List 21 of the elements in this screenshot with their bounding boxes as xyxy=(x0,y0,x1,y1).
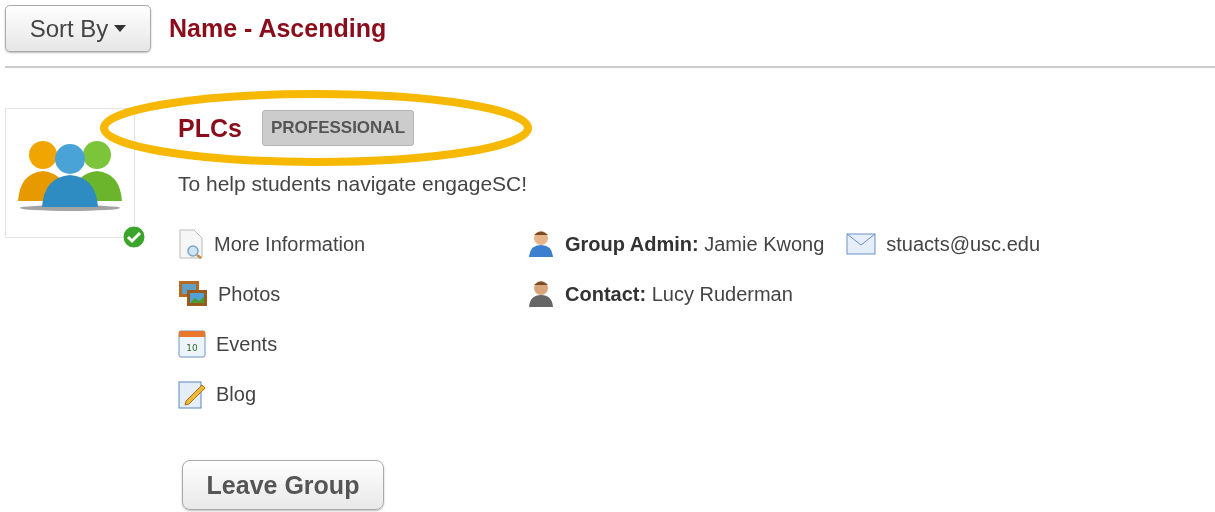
pencil-paper-icon xyxy=(178,379,206,409)
photos-icon xyxy=(178,280,208,308)
calendar-icon: 10 xyxy=(178,330,206,358)
contact-line: Contact: Lucy Ruderman xyxy=(565,282,793,306)
link[interactable]: Blog xyxy=(216,382,257,406)
group-name[interactable]: PLCs xyxy=(178,113,242,143)
person-icon xyxy=(527,229,555,259)
link[interactable]: Photos xyxy=(218,282,281,306)
category-badge: PROFESSIONAL xyxy=(261,110,415,146)
contact-line: Group Admin: Jamie Kwong xyxy=(565,232,825,256)
link[interactable]: More Information xyxy=(214,232,366,256)
sort-value: Name - Ascending xyxy=(169,14,387,43)
email-link[interactable]: stuacts@usc.edu xyxy=(886,232,1041,256)
envelope-icon xyxy=(846,233,877,255)
link[interactable]: Events xyxy=(216,332,278,356)
caret-icon xyxy=(114,25,127,32)
group-description: To help students navigate engageSC! xyxy=(178,172,529,196)
sort-by-button[interactable]: Sort By xyxy=(5,5,151,52)
document-search-icon xyxy=(178,229,204,259)
leave-group-button[interactable]: Leave Group xyxy=(182,460,384,510)
person-icon xyxy=(527,279,555,309)
